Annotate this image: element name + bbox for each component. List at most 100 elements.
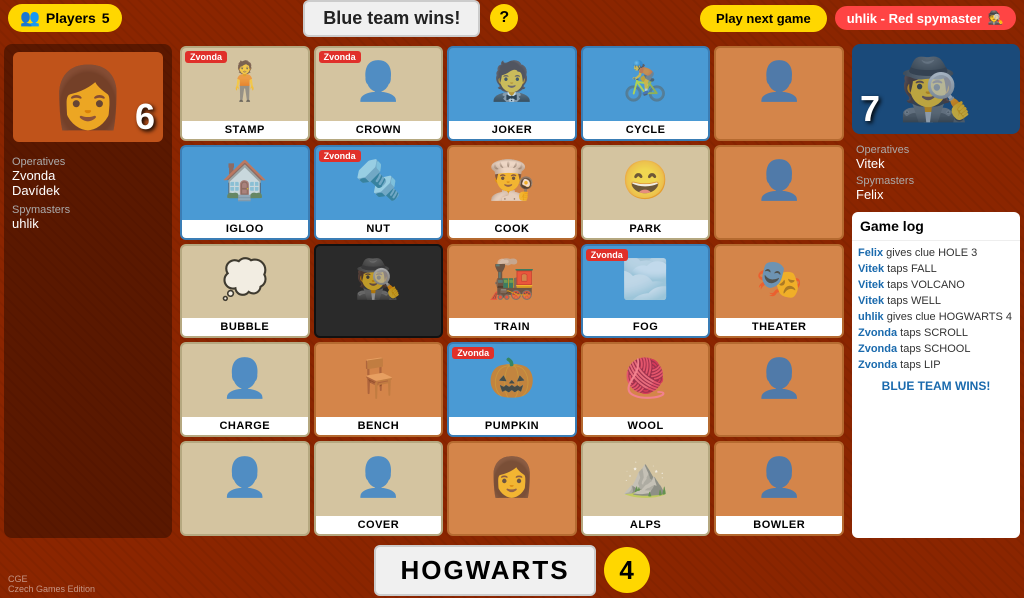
card-20[interactable]: 👤 [180,441,310,536]
card-label: BENCH [316,417,442,435]
card-image: 🚂 [449,246,575,315]
log-entry: uhlik gives clue HOGWARTS 4 [858,309,1014,325]
log-entry: Vitek taps VOLCANO [858,277,1014,293]
card-figure: 🕵️ [355,258,402,302]
card-image: 👤 [716,147,842,216]
card-figure: 👤 [756,456,803,500]
card-image: 👤 [316,443,442,512]
card-label: WOOL [583,417,709,435]
card-figure: 🧍 [221,60,268,104]
card-ALPS[interactable]: ⛰️ ALPS [581,441,711,536]
blue-team-info: Operatives Zvonda Davídek Spymasters uhl… [12,150,164,231]
card-label: ALPS [583,516,709,534]
operative-1: Zvonda [12,168,164,183]
cge-logo: CGECzech Games Edition [8,574,95,594]
card-label: IGLOO [182,220,308,238]
log-entry: Felix gives clue HOLE 3 [858,245,1014,261]
card-tag: Zvonda [319,150,361,162]
card-image: 👤 [716,443,842,512]
spymasters-label: Spymasters [12,204,164,216]
card-9[interactable]: 👤 [714,145,844,240]
red-team-info: Operatives Vitek Spymasters Felix [852,140,1020,202]
card-image: 🏠 [182,147,308,216]
card-FOG[interactable]: 🌫️Zvonda FOG [581,244,711,339]
card-PARK[interactable]: 😄PARK [581,145,711,240]
spymaster-label: uhlik - Red spymaster [847,11,982,26]
card-CROWN[interactable]: 👤ZvondaCROWN [314,46,444,141]
help-button[interactable]: ? [490,4,518,32]
card-image: 👩 [449,443,575,512]
card-label: FOG [583,318,709,336]
card-label: CYCLE [583,121,709,139]
left-panel: 👩 6 Operatives Zvonda Davídek Spymasters… [4,44,172,538]
card-IGLOO[interactable]: 🏠 IGLOO [180,145,310,240]
card-CYCLE[interactable]: 🚴 CYCLE [581,46,711,141]
log-entry: Vitek taps WELL [858,293,1014,309]
card-4[interactable]: 👤 [714,46,844,141]
card-figure: 👤 [355,456,402,500]
card-STAMP[interactable]: 🧍ZvondaSTAMP [180,46,310,141]
play-next-button[interactable]: Play next game [700,5,827,32]
card-label: COOK [449,220,575,238]
log-entry: Vitek taps FALL [858,261,1014,277]
card-PUMPKIN[interactable]: 🎃ZvondaPUMPKIN [447,342,577,437]
red-operative-1: Vitek [856,156,1016,171]
card-CHARGE[interactable]: 👤CHARGE [180,342,310,437]
card-19[interactable]: 👤 [714,342,844,437]
blue-avatar-figure: 👩 [51,62,126,133]
card-figure: 👤 [221,357,268,401]
log-entry: Zvonda taps LIP [858,357,1014,373]
card-label: TRAIN [449,318,575,336]
card-figure: 🚂 [488,258,535,302]
right-panel: 🕵️ 7 Operatives Vitek Spymasters Felix G… [852,44,1020,538]
card-NUT[interactable]: 🔩ZvondaNUT [314,145,444,240]
card-image: 🎭 [716,246,842,315]
card-tag: Zvonda [586,249,628,261]
card-COOK[interactable]: 👨‍🍳 COOK [447,145,577,240]
card-TRAIN[interactable]: 🚂 TRAIN [447,244,577,339]
card-figure: 🎃 [488,357,535,401]
log-entry: Zvonda taps SCHOOL [858,341,1014,357]
card-label: PARK [583,220,709,238]
card-image: 🤵 [449,48,575,117]
card-tag: Zvonda [185,51,227,63]
card-image: ⛰️ [583,443,709,512]
card-figure: 🤵 [488,60,535,104]
players-badge: 👥 Players 5 [8,4,122,32]
red-avatar-figure: 🕵️ [899,54,974,125]
card-11[interactable]: 🕵️ [314,244,444,339]
log-entry: BLUE TEAM WINS! [858,377,1014,395]
card-figure: 👤 [221,456,268,500]
card-image: 🧶 [583,344,709,413]
card-BUBBLE[interactable]: 💭BUBBLE [180,244,310,339]
card-image: 💭 [182,246,308,315]
game-log-entries: Felix gives clue HOLE 3Vitek taps FALLVi… [852,241,1020,538]
players-icon: 👥 [20,8,40,28]
card-figure: 👤 [355,60,402,104]
card-label: JOKER [449,121,575,139]
card-BENCH[interactable]: 🪑 BENCH [314,342,444,437]
card-figure: 🪑 [355,357,402,401]
card-BOWLER[interactable]: 👤 BOWLER [714,441,844,536]
spy-icon: 🕵️ [988,10,1004,26]
card-image: 🪑 [316,344,442,413]
clue-word: HOGWARTS [374,545,595,596]
clue-number: 4 [604,547,650,593]
card-label: BOWLER [716,516,842,534]
card-figure: 👩 [488,456,535,500]
card-22[interactable]: 👩 [447,441,577,536]
card-THEATER[interactable]: 🎭THEATER [714,244,844,339]
card-WOOL[interactable]: 🧶 WOOL [581,342,711,437]
card-figure: 🏠 [221,159,268,203]
players-count: 5 [102,10,110,26]
card-figure: 👨‍🍳 [488,159,535,203]
card-COVER[interactable]: 👤COVER [314,441,444,536]
card-JOKER[interactable]: 🤵 JOKER [447,46,577,141]
card-figure: 🌫️ [622,258,669,302]
card-image: 🚴 [583,48,709,117]
card-figure: 🚴 [622,60,669,104]
clue-bar: HOGWARTS 4 [0,542,1024,598]
card-figure: 🎭 [756,258,803,302]
card-figure: 👤 [756,159,803,203]
red-score: 7 [860,88,880,130]
